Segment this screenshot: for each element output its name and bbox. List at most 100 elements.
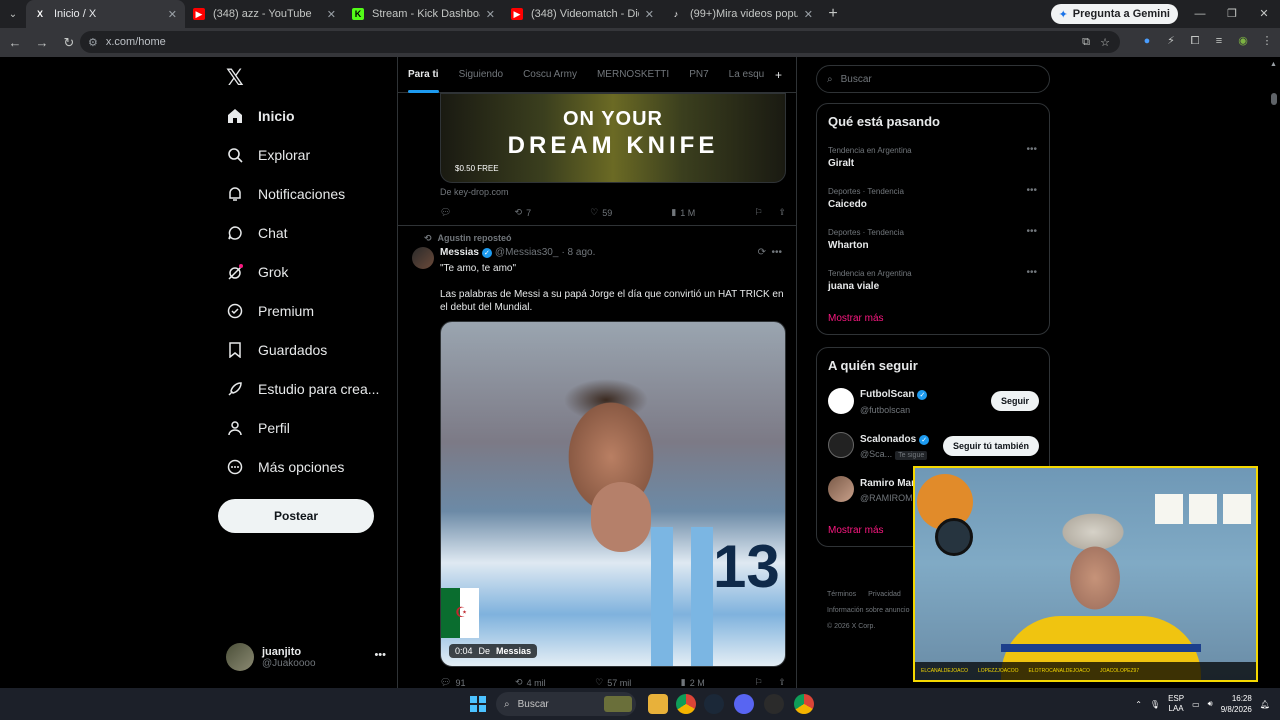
nav-item-premium[interactable]: Premium [226, 302, 314, 320]
nav-item-notifications[interactable]: Notificaciones [226, 185, 345, 203]
menu-dots-icon[interactable]: ⋮ [1260, 34, 1274, 48]
more-dots-icon[interactable]: ••• [1026, 185, 1037, 196]
notification-icon[interactable]: 🔔︎ [1260, 700, 1270, 709]
close-icon[interactable]: ✕ [804, 8, 813, 21]
extension-icon[interactable]: ⚡ [1164, 34, 1178, 48]
clock[interactable]: 16:28 9/8/2026 [1221, 693, 1252, 715]
back-arrow-icon[interactable]: ← [3, 35, 27, 50]
tab-following[interactable]: Siguiendo [449, 57, 513, 93]
scroll-up-icon[interactable]: ▲ [1270, 61, 1277, 68]
nav-item-more[interactable]: Más opciones [226, 458, 344, 476]
reply-button[interactable]: 💬︎ [440, 207, 455, 218]
like-button[interactable]: ♡ 57 mil [595, 677, 631, 688]
reply-button[interactable]: 💬︎ 91 [440, 677, 465, 688]
nav-item-home[interactable]: Inicio [226, 107, 295, 125]
more-dots-icon[interactable]: ••• [1026, 267, 1037, 278]
follow-name[interactable]: Scalonados ✓ [860, 434, 930, 445]
bookmark-button[interactable]: ⚐ ⇪ [754, 207, 786, 218]
author-handle[interactable]: @Messias30_ [495, 247, 559, 258]
tab-for-you[interactable]: Para ti [398, 57, 449, 93]
share-icon[interactable]: ⇪ [778, 677, 786, 688]
network-icon[interactable]: ▭ [1192, 700, 1200, 709]
follow-button[interactable]: Seguir [990, 391, 1039, 411]
nav-item-creator-studio[interactable]: Estudio para crea... [226, 380, 379, 398]
browser-tab-kick[interactable]: K Stream - Kick Dashboard ✕ [344, 0, 503, 28]
install-app-icon[interactable]: ⧉ [1082, 36, 1090, 49]
gemini-button[interactable]: ✦ Pregunta a Gemini [1050, 4, 1178, 24]
trend-name[interactable]: Giralt [828, 158, 854, 169]
close-icon[interactable]: ✕ [645, 8, 654, 21]
extension-icon[interactable]: ● [1140, 34, 1154, 48]
trend-name[interactable]: Wharton [828, 240, 869, 251]
close-icon[interactable]: ✕ [327, 8, 336, 21]
chevron-up-icon[interactable]: ⌃ [1135, 700, 1142, 709]
microphone-icon[interactable]: 🎙︎ [1150, 700, 1160, 709]
scrollbar-thumb[interactable] [1271, 93, 1277, 105]
grok-explain-icon[interactable]: ⟳ [758, 247, 766, 258]
tab-la-esquina[interactable]: La esqu [719, 57, 775, 93]
add-tab-icon[interactable]: + [775, 57, 782, 93]
author-name[interactable]: Messias [440, 247, 479, 258]
browser-tab-youtube[interactable]: ▶ (348) azz - YouTube ✕ [185, 0, 344, 28]
chrome-icon[interactable] [676, 694, 696, 714]
nav-item-bookmarks[interactable]: Guardados [226, 341, 327, 359]
show-more-link[interactable]: Mostrar más [828, 313, 884, 324]
bookmark-star-icon[interactable]: ☆ [1100, 36, 1110, 49]
nav-item-chat[interactable]: Chat [226, 224, 288, 242]
address-bar[interactable]: ⚙ x.com/home ⧉ ☆ [80, 31, 1120, 53]
site-info-icon[interactable]: ⚙ [88, 36, 98, 49]
nav-item-profile[interactable]: Perfil [226, 419, 290, 437]
avatar[interactable] [828, 432, 854, 458]
bookmark-button[interactable]: ⚐ ⇪ [754, 677, 786, 688]
restore-icon[interactable]: ❐ [1216, 0, 1248, 28]
profile-avatar-icon[interactable]: ◉ [1236, 34, 1250, 48]
follow-back-button[interactable]: Seguir tú también [942, 436, 1039, 456]
close-icon[interactable]: ✕ [486, 8, 495, 21]
nav-item-explore[interactable]: Explorar [226, 146, 310, 164]
browser-tab-tiktok[interactable]: ♪ (99+)Mira videos populares sob ✕ [662, 0, 821, 28]
repost-context[interactable]: ⟲ Agustin reposteó [424, 233, 512, 244]
nav-item-grok[interactable]: Grok [226, 263, 288, 281]
forward-arrow-icon[interactable]: → [30, 35, 54, 50]
follow-name[interactable]: Ramiro Mar [860, 478, 915, 489]
repost-button[interactable]: ⟲ 4 mil [515, 677, 546, 688]
new-tab-button[interactable]: + [821, 5, 845, 23]
trend-name[interactable]: Caicedo [828, 199, 867, 210]
tab-search-chevron-icon[interactable]: ⌄ [0, 9, 26, 20]
tab-pn7[interactable]: PN7 [679, 57, 718, 93]
repost-button[interactable]: ⟲ 7 [515, 207, 532, 218]
terms-link[interactable]: Términos [827, 591, 856, 598]
follow-name[interactable]: FutbolScan ✓ [860, 389, 928, 400]
minimize-icon[interactable]: — [1184, 0, 1216, 28]
avatar[interactable] [828, 388, 854, 414]
page-scrollbar[interactable]: ▲ [1268, 57, 1280, 688]
chrome-icon[interactable] [794, 694, 814, 714]
ad-media[interactable]: ON YOUR DREAM KNIFE $0.50 FREE [440, 93, 786, 183]
file-explorer-icon[interactable] [648, 694, 668, 714]
ad-source-link[interactable]: De key-drop.com [440, 187, 509, 197]
share-icon[interactable]: ⇪ [778, 207, 786, 218]
tab-coscu-army[interactable]: Coscu Army [513, 57, 587, 93]
avatar[interactable] [412, 247, 434, 269]
reload-icon[interactable]: ↻ [57, 35, 81, 51]
like-button[interactable]: ♡ 59 [590, 207, 612, 218]
obs-icon[interactable] [764, 694, 784, 714]
more-dots-icon[interactable]: ••• [771, 247, 782, 258]
browser-tab-youtube-2[interactable]: ▶ (348) Videomatch - Diego (Pan ✕ [503, 0, 662, 28]
more-dots-icon[interactable]: ••• [1026, 226, 1037, 237]
browser-tab-x[interactable]: X Inicio / X ✕ [26, 0, 185, 28]
tweet-video[interactable]: 13 ☪ 0:04 De Messias [440, 321, 786, 667]
language-indicator[interactable]: ESP LAA [1168, 694, 1184, 714]
account-switcher[interactable]: juanjito @Juakoooo ••• [226, 643, 386, 671]
privacy-link[interactable]: Privacidad [868, 591, 901, 598]
show-more-link[interactable]: Mostrar más [828, 525, 884, 536]
ads-info-link[interactable]: Información sobre anuncio [827, 607, 910, 614]
search-input[interactable]: ⌕ Buscar [816, 65, 1050, 93]
post-button[interactable]: Postear [218, 499, 374, 533]
video-source[interactable]: Messias [496, 646, 531, 656]
more-dots-icon[interactable]: ••• [1026, 144, 1037, 155]
x-logo-icon[interactable]: 𝕏 [226, 65, 244, 91]
steam-icon[interactable] [704, 694, 724, 714]
media-controls-icon[interactable]: ≡ [1212, 34, 1226, 48]
views-button[interactable]: ▮ 1 M [671, 207, 695, 218]
